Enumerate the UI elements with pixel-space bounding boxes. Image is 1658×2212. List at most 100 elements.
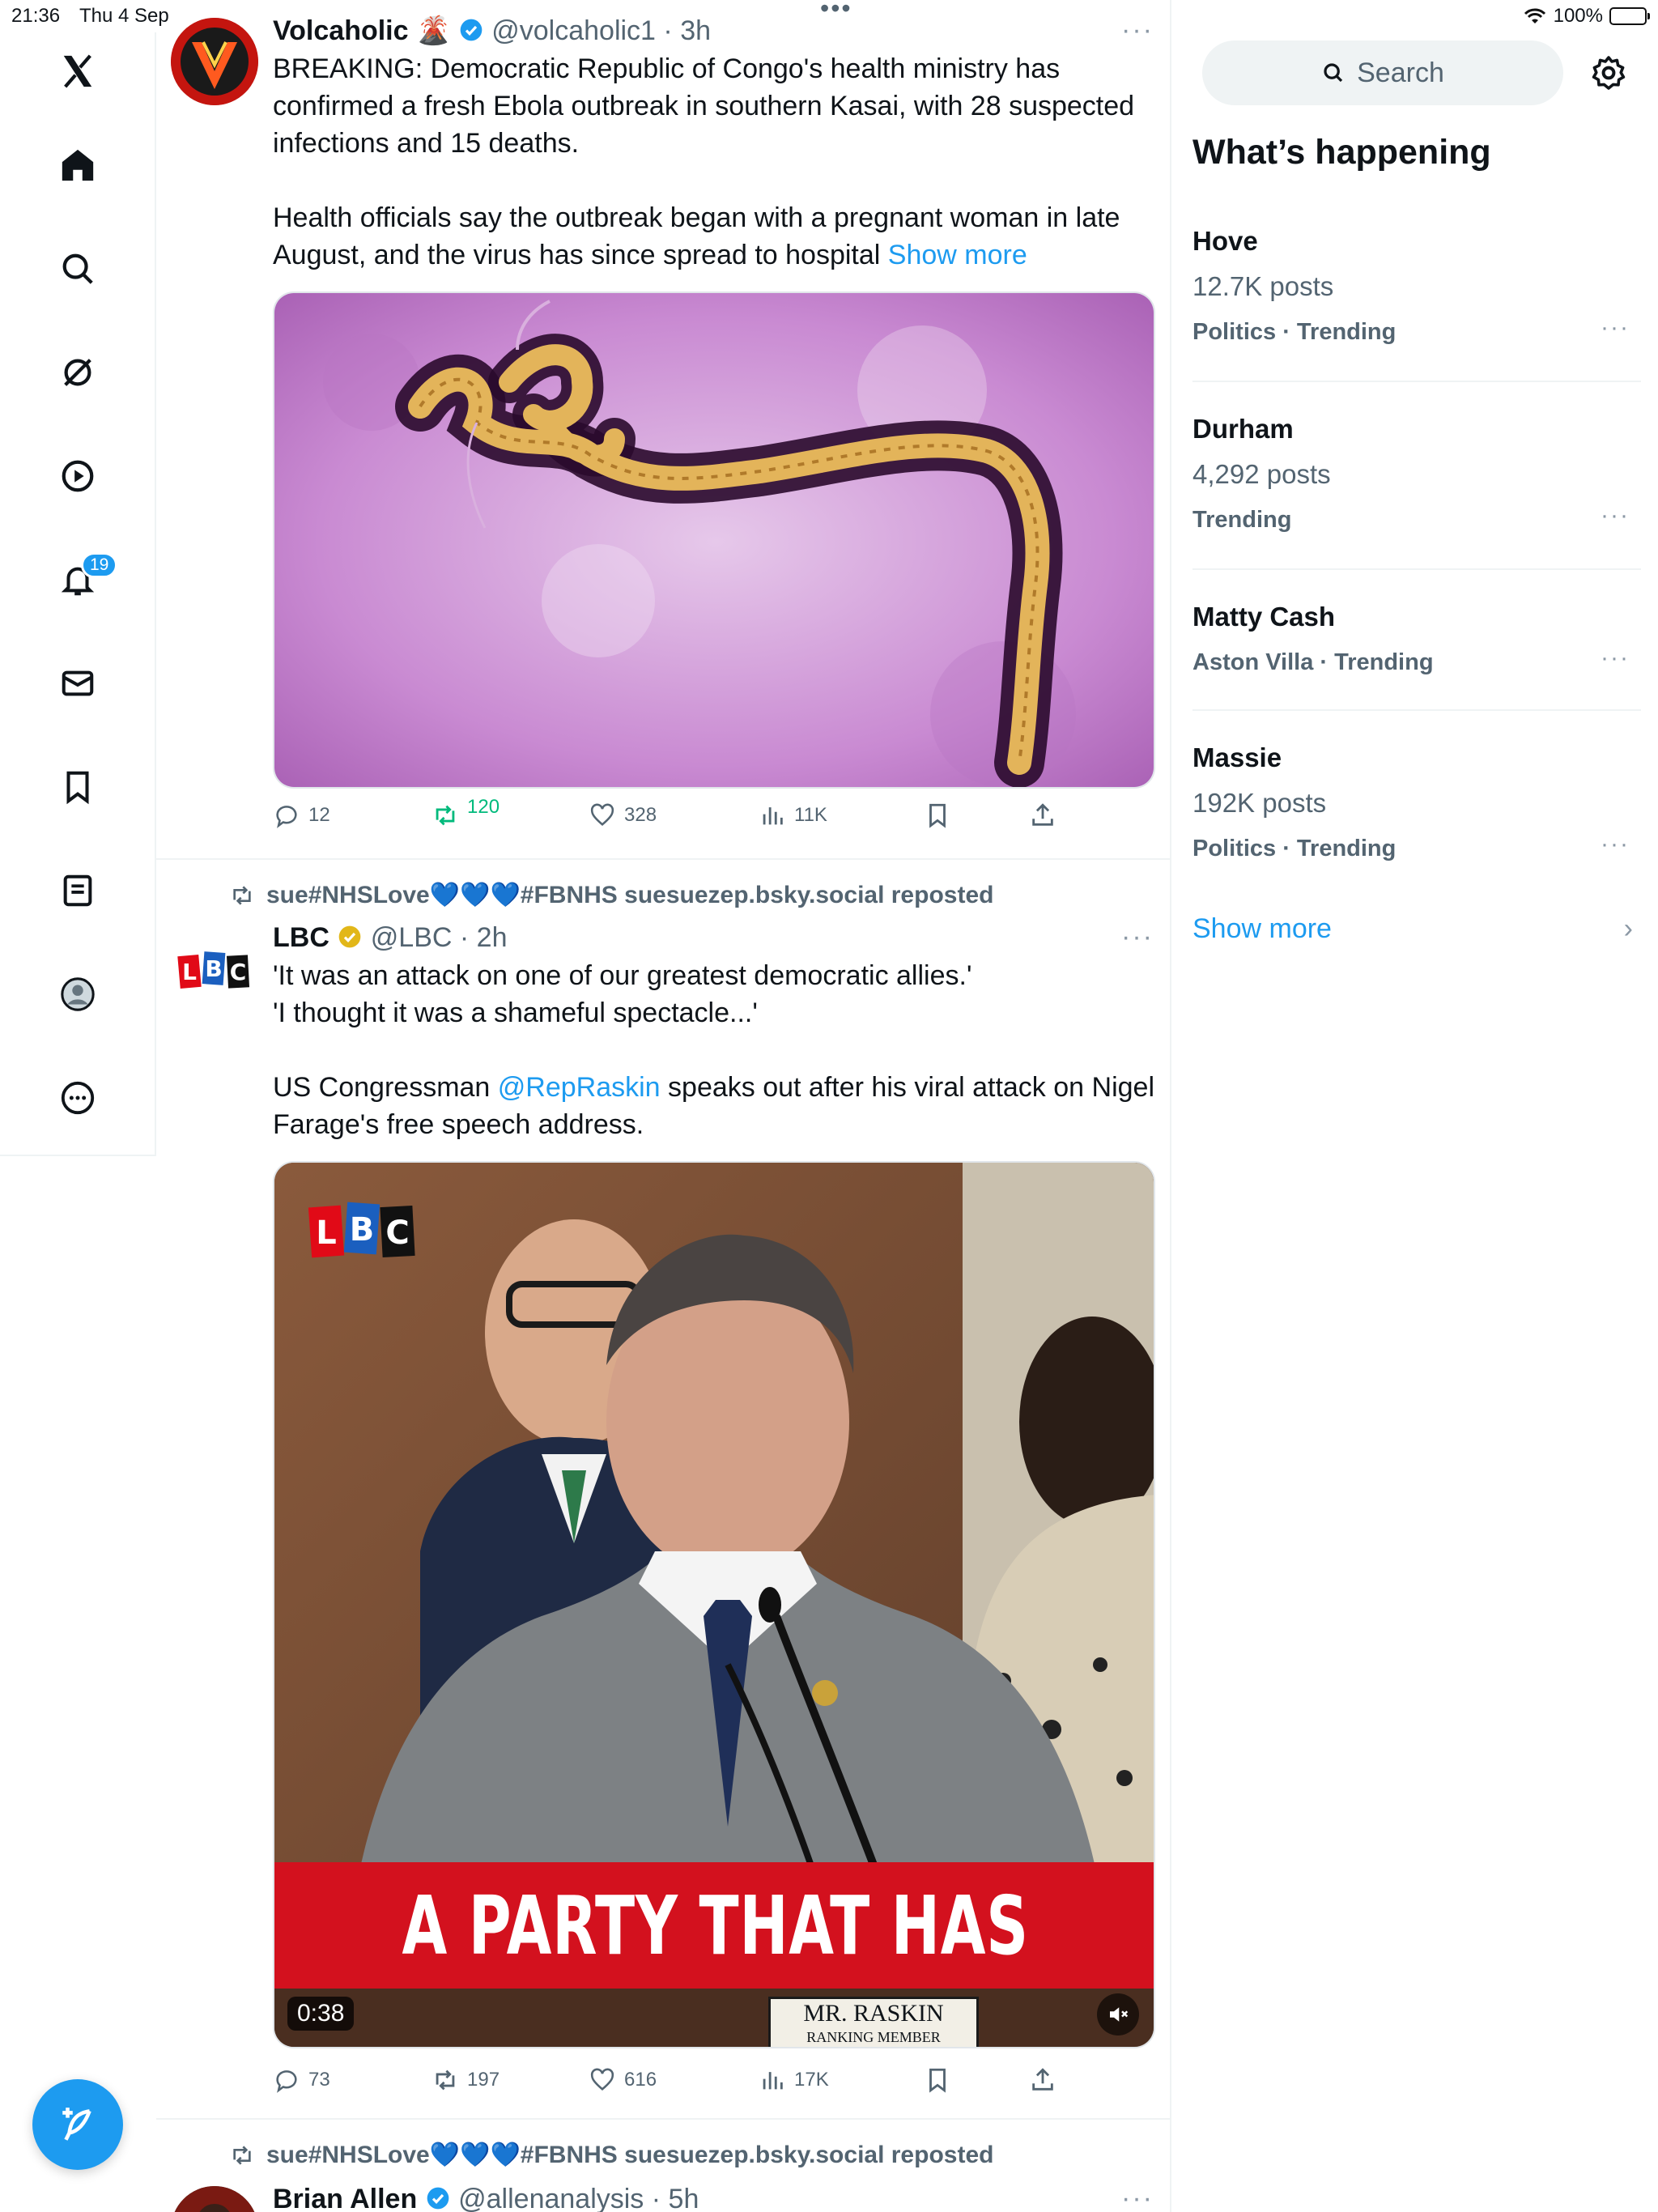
like-count: 616 xyxy=(624,2069,657,2091)
post-actions: 12 120 328 11K xyxy=(273,796,1082,834)
author-handle[interactable]: @allenanalysis xyxy=(458,2184,644,2212)
reply-count: 73 xyxy=(308,2069,330,2091)
views-button[interactable]: 11K xyxy=(759,802,827,829)
notifications-icon[interactable]: 19 xyxy=(47,549,118,610)
post-text-part: US Congressman xyxy=(273,1072,498,1103)
repost-button[interactable]: 197 xyxy=(432,2066,500,2094)
compose-feather-icon xyxy=(62,2108,91,2141)
home-icon[interactable] xyxy=(47,134,108,196)
svg-text:C: C xyxy=(230,959,247,985)
repost-context: sue#NHSLove💙💙💙#FBNHS suesuezep.bsky.soci… xyxy=(229,2141,993,2169)
mute-button[interactable] xyxy=(1097,1993,1139,2035)
repost-context-text[interactable]: sue#NHSLove💙💙💙#FBNHS suesuezep.bsky.soci… xyxy=(266,881,993,909)
bookmark-button[interactable] xyxy=(924,2066,951,2094)
post-lbc[interactable]: sue#NHSLove💙💙💙#FBNHS suesuezep.bsky.soci… xyxy=(156,860,1170,2120)
trend-item-matty-cash[interactable]: Matty Cash Aston Villa · Trending ··· xyxy=(1192,599,1641,711)
repost-button[interactable]: 120 xyxy=(432,796,500,829)
trend-more-options[interactable]: ··· xyxy=(1601,831,1630,858)
views-button[interactable]: 17K xyxy=(759,2066,829,2094)
author-handle[interactable]: @LBC xyxy=(371,922,453,953)
views-chart-icon xyxy=(763,807,783,825)
reply-button[interactable]: 73 xyxy=(273,2066,330,2094)
view-count: 17K xyxy=(794,2069,829,2091)
post-time[interactable]: 3h xyxy=(680,15,711,46)
trend-item-durham[interactable]: Durham 4,292 posts Trending ··· xyxy=(1192,411,1641,570)
video-caption-bar: A PARTY THAT HAS xyxy=(274,1862,1154,1989)
search-icon[interactable] xyxy=(47,238,108,300)
gear-icon xyxy=(1592,56,1626,90)
lists-icon[interactable] xyxy=(47,860,108,921)
battery-icon xyxy=(1609,7,1650,25)
post-time[interactable]: 5h xyxy=(669,2184,699,2212)
search-icon xyxy=(1324,63,1343,83)
svg-text:B: B xyxy=(205,955,222,982)
more-options-icon[interactable] xyxy=(47,1067,108,1129)
profile-avatar-icon[interactable] xyxy=(47,963,108,1025)
reply-button[interactable]: 12 xyxy=(273,802,330,829)
post-more-options[interactable]: ··· xyxy=(1121,2183,1154,2212)
trend-more-options[interactable]: ··· xyxy=(1601,502,1630,530)
author-name[interactable]: Brian Allen xyxy=(273,2184,417,2212)
lbc-logo-icon: L B C xyxy=(177,951,250,989)
reply-count: 12 xyxy=(308,804,330,826)
avatar[interactable] xyxy=(171,2186,258,2212)
share-icon xyxy=(1032,803,1053,826)
avatar[interactable] xyxy=(171,18,258,105)
post-time[interactable]: 2h xyxy=(477,922,508,953)
bookmark-button[interactable] xyxy=(924,802,951,829)
like-button[interactable]: 616 xyxy=(589,2066,657,2094)
grok-icon[interactable] xyxy=(47,342,108,403)
like-button[interactable]: 328 xyxy=(589,802,657,829)
repost-context-icon xyxy=(233,885,251,905)
battery-percent: 100% xyxy=(1553,5,1603,27)
mention-link[interactable]: @RepRaskin xyxy=(498,1072,661,1103)
bookmark-icon xyxy=(929,803,946,828)
trend-item-massie[interactable]: Massie 192K posts Politics · Trending ··… xyxy=(1192,740,1641,899)
share-button[interactable] xyxy=(1029,802,1056,829)
post-video[interactable]: L B C A PARTY THAT HAS MR. RASKIN RANKIN… xyxy=(273,1161,1155,2048)
whats-happening-title: What’s happening xyxy=(1192,133,1491,172)
compose-post-button[interactable] xyxy=(32,2079,123,2170)
post-text-line3: US Congressman @RepRaskin speaks out aft… xyxy=(273,1069,1155,1143)
settings-button[interactable] xyxy=(1589,53,1628,92)
svg-text:L: L xyxy=(182,959,197,985)
show-more-link[interactable]: Show more xyxy=(888,240,1027,270)
trend-posts: 4,292 posts xyxy=(1192,459,1331,489)
view-count: 11K xyxy=(794,804,827,826)
trend-more-options[interactable]: ··· xyxy=(1601,314,1630,342)
author-name[interactable]: Volcaholic xyxy=(273,15,409,46)
author-handle[interactable]: @volcaholic1 xyxy=(491,15,656,46)
repost-context-text[interactable]: sue#NHSLove💙💙💙#FBNHS suesuezep.bsky.soci… xyxy=(266,2141,993,2169)
show-more-trends-link[interactable]: Show more › xyxy=(1192,913,1641,945)
lbc-video-logo-icon: L B C xyxy=(308,1202,415,1258)
trend-more-options[interactable]: ··· xyxy=(1601,644,1630,672)
post-volcaholic[interactable]: Volcaholic 🌋 @volcaholic1 · 3h BREAKING:… xyxy=(156,0,1170,860)
search-input[interactable]: Search xyxy=(1202,40,1563,105)
trend-category: Politics · Trending xyxy=(1192,836,1397,861)
trend-posts: 192K posts xyxy=(1192,788,1327,818)
heart-icon xyxy=(590,803,614,827)
post-more-options[interactable]: ··· xyxy=(1121,15,1154,46)
share-icon xyxy=(1032,2068,1053,2091)
nameplate-title: RANKING MEMBER xyxy=(806,2029,941,2045)
post-image-ebola[interactable] xyxy=(273,291,1155,789)
trend-name: Hove xyxy=(1192,226,1258,256)
trend-category: Aston Villa · Trending xyxy=(1192,649,1434,675)
author-name[interactable]: LBC xyxy=(273,922,329,953)
views-chart-icon xyxy=(763,2072,783,2090)
post-text-continued: Health officials say the outbreak began … xyxy=(273,199,1155,274)
reply-icon xyxy=(276,2070,297,2093)
messages-icon[interactable] xyxy=(47,653,108,714)
gold-verified-badge-icon xyxy=(339,925,361,948)
x-logo-icon[interactable] xyxy=(47,40,108,102)
trend-item-hove[interactable]: Hove 12.7K posts Politics · Trending ··· xyxy=(1192,223,1641,382)
post-brian-allen[interactable]: sue#NHSLove💙💙💙#FBNHS suesuezep.bsky.soci… xyxy=(156,2120,1170,2212)
share-button[interactable] xyxy=(1029,2066,1056,2094)
post-more-options[interactable]: ··· xyxy=(1121,921,1154,953)
avatar[interactable]: L B C xyxy=(171,926,258,1014)
bookmark-icon xyxy=(929,2068,946,2093)
svg-text:C: C xyxy=(385,1214,409,1252)
bookmarks-icon[interactable] xyxy=(47,756,108,818)
show-more-label: Show more xyxy=(1192,913,1332,944)
video-icon[interactable] xyxy=(47,445,108,507)
